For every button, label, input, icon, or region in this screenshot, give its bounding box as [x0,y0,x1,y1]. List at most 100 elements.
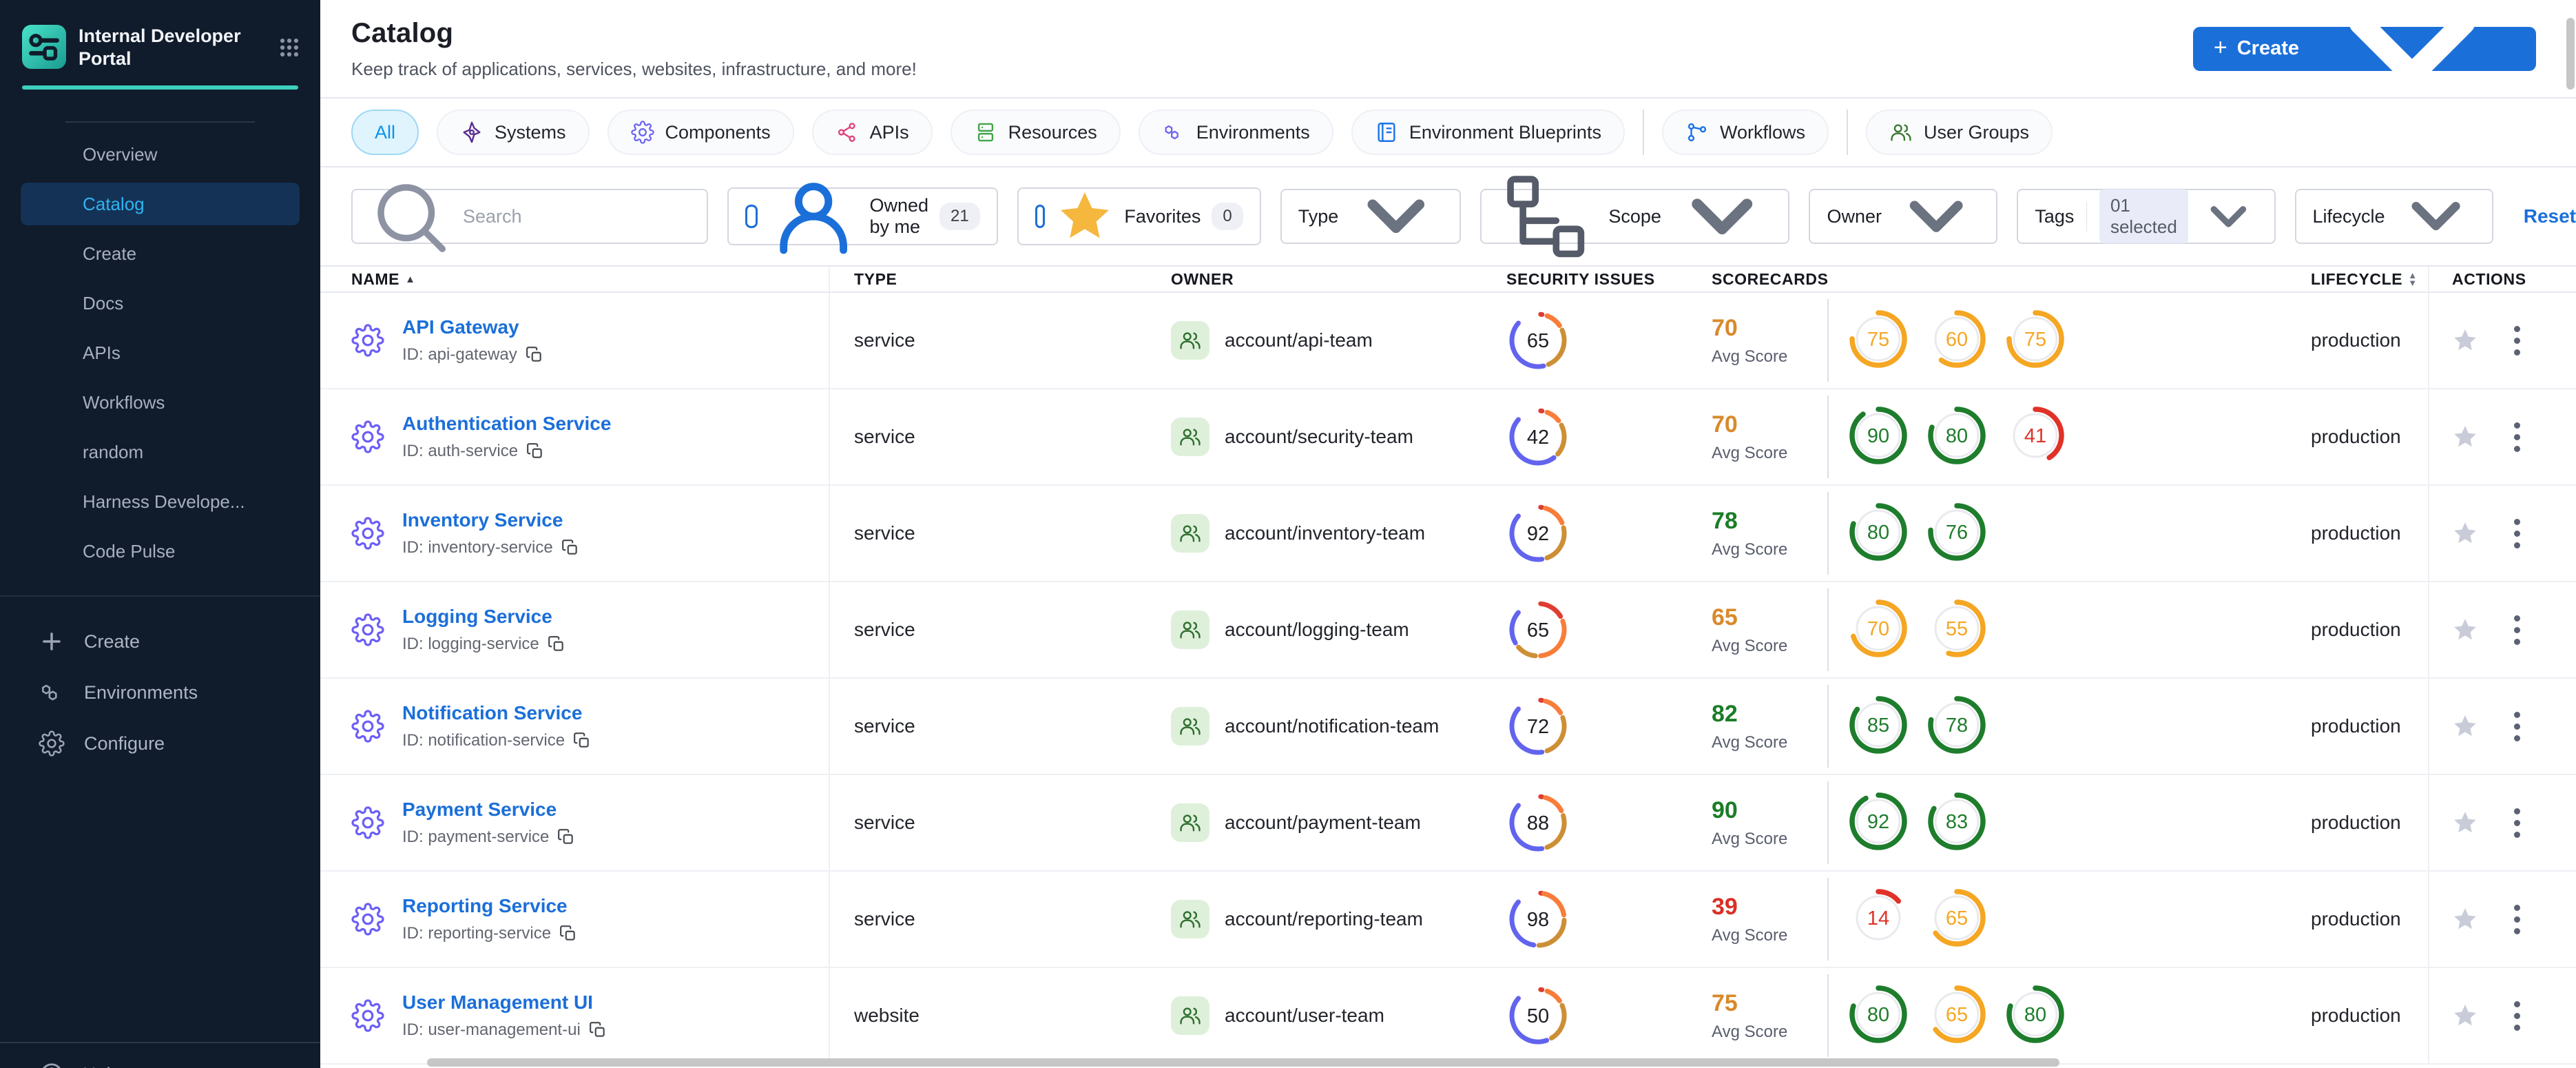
column-header-type: TYPE [854,269,897,288]
search-input[interactable] [463,205,707,227]
avg-score: 75 Avg Score [1712,989,1788,1041]
entity-name-link[interactable]: API Gateway [402,316,519,338]
scorecard-ring: 80 [1847,983,1910,1049]
divider [1827,685,1829,768]
entity-name-link[interactable]: Reporting Service [402,895,568,916]
copy-icon[interactable] [573,732,591,750]
sidebar-item-help[interactable]: Help [0,1042,320,1068]
svg-text:83: 83 [1946,811,1968,833]
tab-workflows[interactable]: Workflows [1661,110,1829,155]
type-cell: service [854,329,915,351]
entity-id: ID: api-gateway [402,345,543,364]
sidebar-item-overview[interactable]: Overview [0,130,320,179]
kebab-menu-icon[interactable] [2510,418,2524,456]
favorites-filter[interactable]: Favorites 0 [1017,187,1261,245]
column-header-name[interactable]: NAME ▲ [320,267,830,291]
entity-name-link[interactable]: User Management UI [402,992,593,1013]
name-cell: Notification Service ID: notification-se… [320,679,830,774]
sidebar-item-harness-develope-[interactable]: Harness Develope... [0,477,320,526]
favorite-star-icon[interactable] [2452,327,2478,353]
svg-text:92: 92 [1527,523,1549,545]
tags-filter[interactable]: Tags 01 selected [2017,189,2276,244]
tab-components[interactable]: Components [607,110,794,155]
divider [65,121,255,123]
lifecycle-filter[interactable]: Lifecycle [2294,189,2493,244]
svg-text:80: 80 [1867,522,1889,544]
column-header-lifecycle[interactable]: LIFECYCLE ▲ ▼ [2304,267,2429,291]
vertical-scrollbar[interactable] [2566,18,2575,90]
scorecard-ring: 76 [1925,500,1988,567]
reset-button[interactable]: Reset [2524,205,2576,227]
type-filter[interactable]: Type [1280,189,1461,244]
entity-name-link[interactable]: Authentication Service [402,413,611,434]
page-title: Catalog [351,17,454,48]
grid-menu-icon[interactable] [278,36,301,63]
scope-filter[interactable]: Scope [1479,176,1790,258]
kebab-menu-icon[interactable] [2510,611,2524,649]
kebab-menu-icon[interactable] [2510,997,2524,1035]
tab-environment-blueprints[interactable]: Environment Blueprints [1351,110,1625,155]
copy-icon[interactable] [557,828,575,846]
app: Internal Developer Portal Overview Catalo… [0,0,2576,1068]
sidebar-item-environments[interactable]: Environments [0,667,320,718]
favorite-star-icon[interactable] [2452,424,2478,450]
favorite-star-icon[interactable] [2452,906,2478,932]
create-button[interactable]: + Create [2192,11,2536,86]
tab-systems[interactable]: Systems [437,110,590,155]
table-row: Notification Service ID: notification-se… [320,679,2576,775]
tab-all[interactable]: All [351,110,419,155]
tab-environments[interactable]: Environments [1138,110,1333,155]
tab-resources[interactable]: Resources [950,110,1121,155]
flow-icon [1685,121,1709,144]
security-issues-donut: 65 [1491,582,1691,677]
sidebar-item-docs[interactable]: Docs [0,278,320,328]
scorecard-ring: 14 [1847,886,1910,953]
copy-icon[interactable] [526,346,543,364]
tab-user-groups[interactable]: User Groups [1865,110,2053,155]
entity-name-link[interactable]: Notification Service [402,702,582,723]
copy-icon[interactable] [589,1021,607,1039]
entity-name-link[interactable]: Inventory Service [402,509,563,531]
favorites-checkbox[interactable] [1035,205,1045,228]
favorite-star-icon[interactable] [2452,810,2478,836]
copy-icon[interactable] [561,539,579,557]
search-box[interactable] [351,184,708,252]
owned-by-me-checkbox[interactable] [745,205,758,228]
sidebar-item-create[interactable]: Create [0,229,320,278]
sidebar-item-code-pulse[interactable]: Code Pulse [0,526,320,576]
sidebar-item-create[interactable]: Create [0,616,320,667]
owned-by-me-filter[interactable]: Owned by me 21 [727,183,998,254]
kebab-menu-icon[interactable] [2510,708,2524,746]
entity-id: ID: logging-service [402,635,565,654]
kebab-menu-icon[interactable] [2510,515,2524,553]
owner-group-icon [1171,418,1209,456]
sidebar-item-configure[interactable]: Configure [0,718,320,769]
table-row: Payment Service ID: payment-service serv… [320,775,2576,872]
horizontal-scrollbar[interactable] [427,1058,2059,1067]
owner-cell: account/payment-team [1150,775,1491,870]
tab-apis[interactable]: APIs [811,110,933,155]
sidebar-item-apis[interactable]: APIs [0,328,320,378]
type-cell: service [854,812,915,833]
sidebar-item-catalog[interactable]: Catalog [21,183,300,225]
kebab-menu-icon[interactable] [2510,901,2524,938]
kebab-menu-icon[interactable] [2510,804,2524,842]
entity-id: ID: user-management-ui [402,1020,607,1040]
favorite-star-icon[interactable] [2452,617,2478,643]
actions-cell [2429,582,2576,677]
name-cell: Reporting Service ID: reporting-service [320,872,830,967]
favorite-star-icon[interactable] [2452,520,2478,546]
table-row: Inventory Service ID: inventory-service … [320,486,2576,582]
type-cell: service [854,426,915,447]
entity-name-link[interactable]: Payment Service [402,799,557,820]
copy-icon[interactable] [526,442,544,460]
copy-icon[interactable] [559,925,577,943]
kebab-menu-icon[interactable] [2510,322,2524,360]
copy-icon[interactable] [548,635,565,653]
sidebar-item-workflows[interactable]: Workflows [0,378,320,427]
favorite-star-icon[interactable] [2452,713,2478,739]
sidebar-item-random[interactable]: random [0,427,320,477]
favorite-star-icon[interactable] [2452,1003,2478,1029]
entity-name-link[interactable]: Logging Service [402,606,552,627]
owner-filter[interactable]: Owner [1809,189,1998,244]
